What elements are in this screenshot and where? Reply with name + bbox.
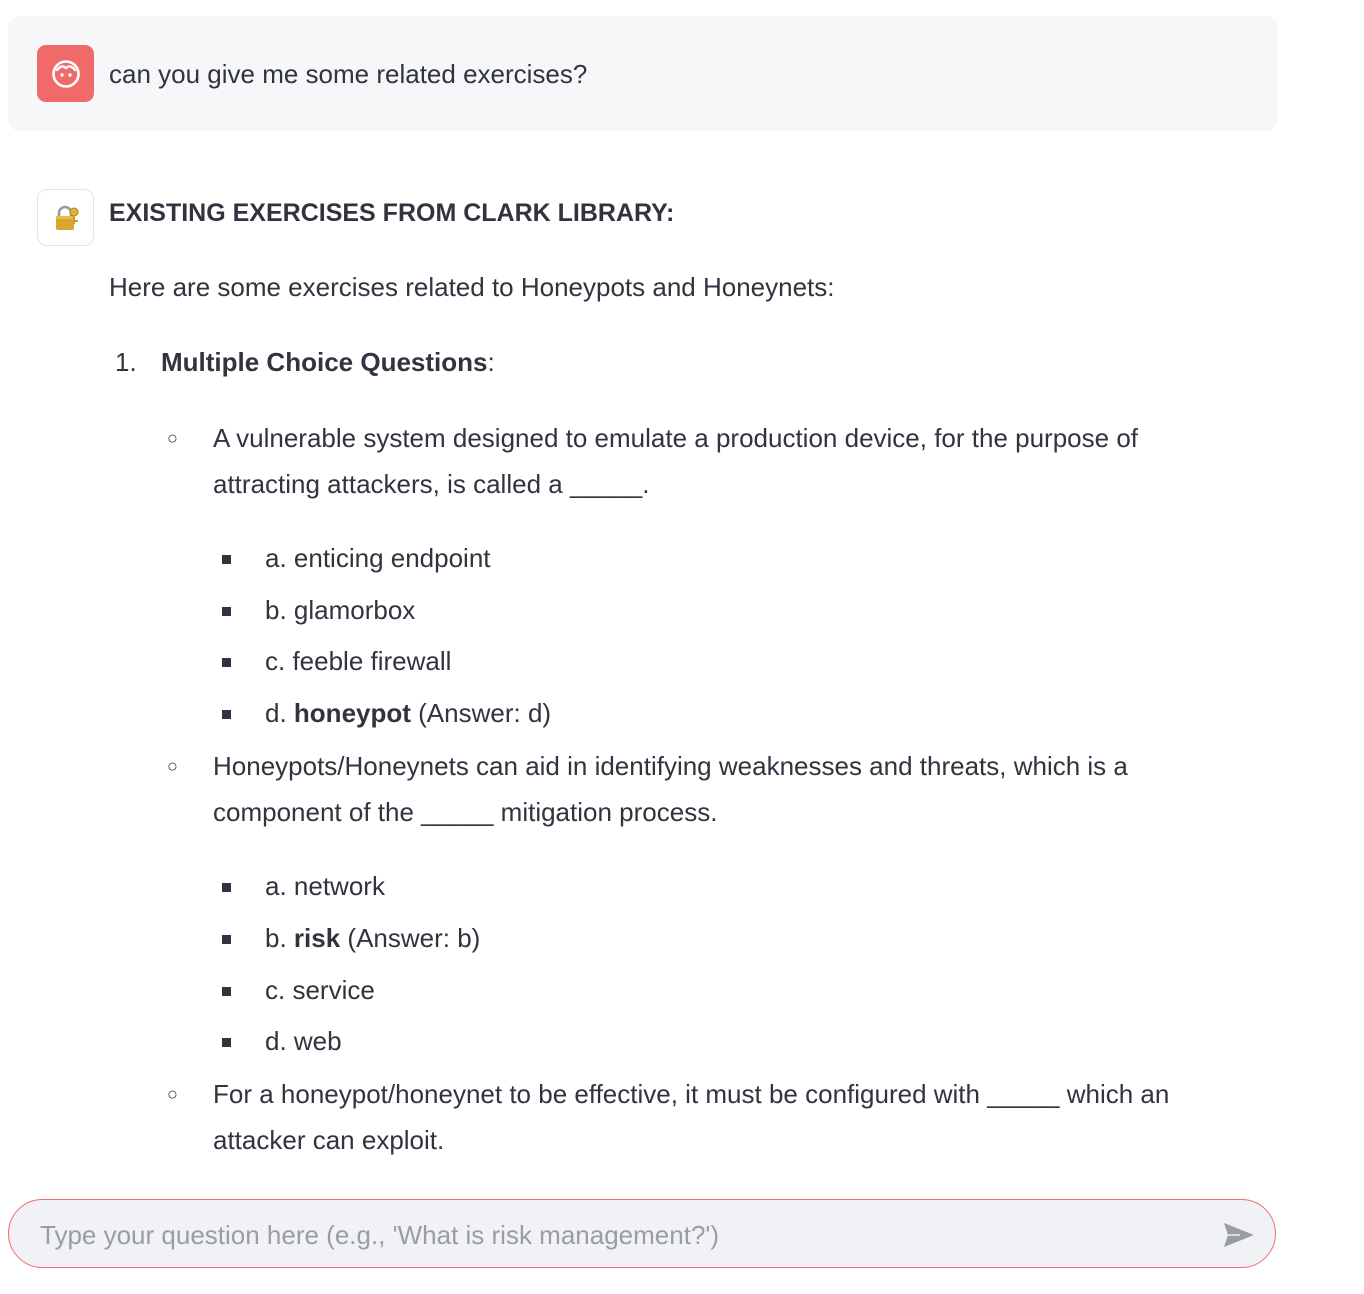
option-item: a. network [222, 868, 385, 904]
option-item: d. honeypot (Answer: d) [222, 695, 551, 731]
assistant-intro: Here are some exercises related to Honey… [109, 272, 835, 302]
assistant-heading: EXISTING EXERCISES FROM CLARK LIBRARY: [109, 199, 675, 227]
send-button[interactable] [1221, 1219, 1257, 1251]
answer-highlight: risk [293, 923, 341, 953]
square-bullet-icon [222, 987, 231, 996]
chat-input-container [8, 1199, 1276, 1268]
user-avatar [37, 45, 94, 102]
square-bullet-icon [222, 935, 231, 944]
chat-input[interactable] [38, 1212, 1202, 1258]
square-bullet-icon [222, 607, 231, 616]
question-item: ○ A vulnerable system designed to emulat… [167, 415, 1233, 507]
square-bullet-icon [222, 710, 231, 719]
square-bullet-icon [222, 658, 231, 667]
circle-bullet-icon: ○ [167, 428, 178, 448]
circle-bullet-icon: ○ [167, 756, 178, 776]
question-text: For a honeypot/honeynet to be effective,… [213, 1079, 1170, 1155]
assistant-message: EXISTING EXERCISES FROM CLARK LIBRARY: H… [109, 193, 1259, 1155]
question-text: A vulnerable system designed to emulate … [213, 423, 1139, 499]
option-item: b. risk (Answer: b) [222, 920, 480, 956]
section-title: Multiple Choice Questions: [161, 347, 495, 377]
option-item: c. service [222, 972, 375, 1008]
send-icon [1224, 1223, 1254, 1247]
square-bullet-icon [222, 1038, 231, 1047]
circle-bullet-icon: ○ [167, 1084, 178, 1104]
user-message: can you give me some related exercises? [8, 16, 1278, 131]
option-item: b. glamorbox [222, 592, 415, 628]
square-bullet-icon [222, 883, 231, 892]
question-item: ○ For a honeypot/honeynet to be effectiv… [167, 1071, 1233, 1163]
face-icon [51, 59, 80, 88]
user-message-text: can you give me some related exercises? [109, 59, 588, 89]
answer-highlight: honeypot [293, 698, 411, 728]
option-item: d. web [222, 1023, 342, 1059]
assistant-avatar [37, 189, 94, 246]
option-item: c. feeble firewall [222, 643, 451, 679]
list-number: 1. [115, 347, 137, 377]
square-bullet-icon [222, 555, 231, 564]
question-text: Honeypots/Honeynets can aid in identifyi… [213, 751, 1128, 827]
option-item: a. enticing endpoint [222, 540, 491, 576]
lock-with-key-icon [55, 205, 78, 230]
question-item: ○ Honeypots/Honeynets can aid in identif… [167, 743, 1233, 835]
